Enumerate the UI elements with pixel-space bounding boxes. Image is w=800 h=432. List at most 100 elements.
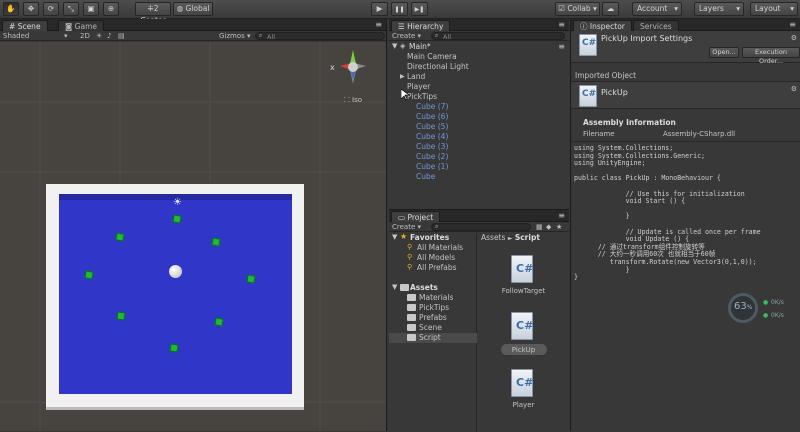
cube-object[interactable] <box>211 237 221 247</box>
hierarchy-item[interactable]: Player <box>389 82 569 92</box>
space-toggle[interactable]: ◍ Global <box>173 2 213 16</box>
hierarchy-item[interactable]: Cube (2) <box>389 152 569 162</box>
script-asset-item[interactable]: C# Player <box>478 365 569 420</box>
scene-search-input[interactable]: ⌕ All <box>255 32 385 41</box>
tab-project-label: Project <box>407 213 434 222</box>
filter-label-icon[interactable]: ◆ <box>546 222 551 232</box>
favorite-item[interactable]: ⚲ All Materials <box>389 243 477 253</box>
player-sphere[interactable] <box>169 265 182 278</box>
assets-row[interactable]: ▼ Assets <box>389 283 477 293</box>
scale-tool-button[interactable]: ⤡ <box>63 2 79 16</box>
expand-arrow-icon[interactable]: ▼ <box>392 233 397 241</box>
layers-dropdown[interactable]: Layers ▾ <box>694 2 744 16</box>
hierarchy-item[interactable]: Cube (3) <box>389 142 569 152</box>
favorites-row[interactable]: ▼ ★ Favorites <box>389 232 477 243</box>
pivot-toggle[interactable]: ⁜2 Center <box>135 2 171 25</box>
hierarchy-item[interactable]: Cube (6) <box>389 112 569 122</box>
favorite-item[interactable]: ⚲ All Models <box>389 253 477 263</box>
favorite-item-label: All Prefabs <box>417 263 457 272</box>
audio-toggle-icon[interactable]: ♪ <box>107 31 111 41</box>
collab-button[interactable]: ☑ Collab ▾ <box>555 2 600 16</box>
open-button[interactable]: Open... <box>709 47 739 58</box>
hand-icon: ✋ <box>6 4 16 13</box>
panel-menu-icon[interactable]: ≡ <box>558 211 565 220</box>
perspective-iso-label[interactable]: ⸬ Iso <box>344 96 362 105</box>
hierarchy-item[interactable]: Cube (4) <box>389 132 569 142</box>
script-asset-item[interactable]: C# PickUp <box>478 308 569 363</box>
hierarchy-search-input[interactable]: ⌕ All <box>431 32 565 41</box>
tab-services[interactable]: Services <box>633 20 679 31</box>
hierarchy-item[interactable]: ▶ Land <box>389 72 569 82</box>
filter-type-icon[interactable]: ▦ <box>536 222 543 232</box>
rect-tool-button[interactable]: ▣ <box>83 2 99 16</box>
tab-hierarchy[interactable]: ☰ Hierarchy <box>391 20 451 31</box>
settings-gear-icon[interactable]: ⚙ <box>791 85 797 93</box>
hierarchy-item[interactable]: Cube <box>389 172 569 182</box>
execution-order-button[interactable]: Execution Order... <box>742 47 800 65</box>
scene-root-row[interactable]: ▼ ◈ Main* ≡ <box>389 42 569 52</box>
tab-scene[interactable]: # Scene <box>2 20 48 31</box>
expand-arrow-icon[interactable]: ▼ <box>392 283 397 291</box>
tab-inspector[interactable]: ⓘ Inspector <box>573 20 632 31</box>
cloud-button[interactable]: ☁ <box>602 2 619 16</box>
rotate-tool-button[interactable]: ⟳ <box>43 2 59 16</box>
breadcrumb-root[interactable]: Assets <box>481 233 505 242</box>
hierarchy-item[interactable]: Cube (5) <box>389 122 569 132</box>
hierarchy-item[interactable]: Main Camera <box>389 52 569 62</box>
panel-menu-icon[interactable]: ≡ <box>558 20 565 29</box>
favorite-star-icon[interactable]: ★ <box>556 222 562 232</box>
tab-project[interactable]: ▭ Project <box>391 211 441 222</box>
asset-folder-item[interactable]: Prefabs <box>389 313 477 323</box>
2d-toggle[interactable]: 2D <box>80 31 90 41</box>
scene-viewport[interactable]: x ⸬ Iso ☀ <box>0 42 386 431</box>
hierarchy-item[interactable]: Cube (1) <box>389 162 569 172</box>
scene-menu-icon[interactable]: ≡ <box>558 42 565 51</box>
hierarchy-item-label: Cube (6) <box>416 112 449 121</box>
asset-folder-item[interactable]: Script <box>389 333 477 343</box>
favorite-item[interactable]: ⚲ All Prefabs <box>389 263 477 273</box>
cube-object[interactable] <box>84 270 94 280</box>
settings-gear-icon[interactable]: ⚙ <box>791 34 797 42</box>
hierarchy-create-dropdown[interactable]: Create ▾ <box>392 31 421 41</box>
hierarchy-item[interactable]: Cube (7) <box>389 102 569 112</box>
gizmos-dropdown[interactable]: Gizmos ▾ <box>219 31 251 41</box>
asset-folder-item[interactable]: Scene <box>389 323 477 333</box>
step-button[interactable]: ▶❚ <box>411 2 428 16</box>
directional-light-icon[interactable]: ☀ <box>173 197 182 208</box>
hierarchy-search-placeholder: All <box>443 33 452 41</box>
tab-game[interactable]: ◙ Game <box>58 20 104 31</box>
panel-menu-icon[interactable]: ≡ <box>375 20 382 29</box>
project-search-input[interactable]: ⌕ <box>431 223 531 231</box>
cube-object[interactable] <box>116 311 126 321</box>
expand-arrow-icon[interactable]: ▼ <box>392 42 397 50</box>
pause-icon: ❚❚ <box>394 6 405 13</box>
cube-object[interactable] <box>169 343 179 353</box>
inspector-panel: ⓘ Inspector Services ≡ C# PickUp Import … <box>570 19 800 431</box>
move-tool-button[interactable]: ✥ <box>23 2 39 16</box>
cube-object[interactable] <box>115 232 125 242</box>
asset-folder-item[interactable]: Materials <box>389 293 477 303</box>
asset-folder-item[interactable]: PickTips <box>389 303 477 313</box>
layout-dropdown[interactable]: Layout ▾ <box>750 2 798 16</box>
effects-toggle-icon[interactable]: ▤ <box>118 31 125 41</box>
favorite-item-label: All Models <box>417 253 456 262</box>
mouse-cursor-icon <box>401 89 409 101</box>
panel-menu-icon[interactable]: ≡ <box>789 20 796 29</box>
project-create-dropdown[interactable]: Create ▾ <box>392 222 421 232</box>
light-toggle-icon[interactable]: ☀ <box>96 31 102 41</box>
expand-arrow-icon[interactable]: ▶ <box>400 73 405 80</box>
breadcrumb-current[interactable]: Script <box>515 233 540 242</box>
hierarchy-item[interactable]: PickTips <box>389 92 569 102</box>
shading-dropdown[interactable]: Shaded <box>3 31 29 41</box>
pause-button[interactable]: ❚❚ <box>391 2 408 16</box>
script-asset-item[interactable]: C# FollowTarget <box>478 251 569 306</box>
cube-object[interactable] <box>172 214 182 224</box>
play-button[interactable]: ▶ <box>371 2 388 16</box>
cube-object[interactable] <box>214 317 224 327</box>
account-dropdown[interactable]: Account ▾ <box>632 2 682 16</box>
hierarchy-item[interactable]: Directional Light <box>389 62 569 72</box>
cube-object[interactable] <box>246 274 256 284</box>
hand-tool-button[interactable]: ✋ <box>3 2 19 16</box>
transform-tool-button[interactable]: ⊕ <box>103 2 119 16</box>
open-button-label: Open... <box>712 48 736 56</box>
